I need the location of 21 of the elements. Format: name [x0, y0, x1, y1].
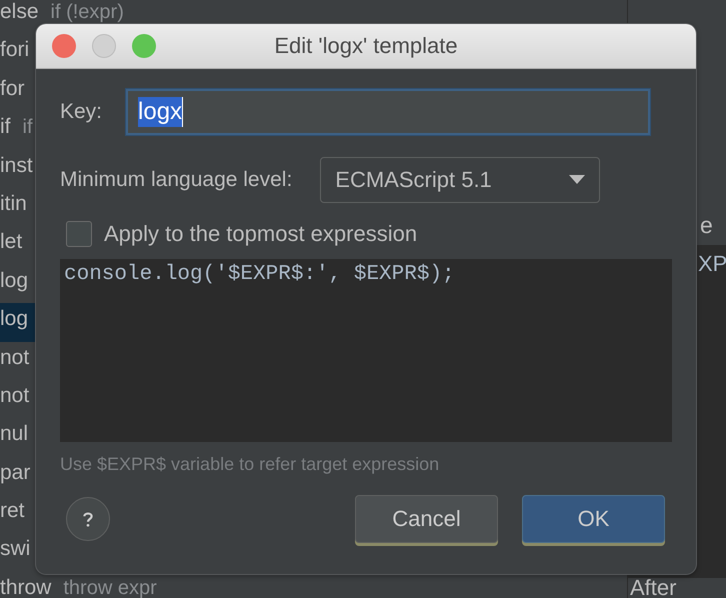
dropdown-arrow-icon	[569, 175, 586, 185]
minimize-button[interactable]	[92, 34, 116, 58]
checkbox[interactable]	[66, 221, 92, 247]
field-label: Minimum language level:	[60, 168, 292, 192]
close-button[interactable]	[52, 34, 76, 58]
template-editor[interactable]: console.log('$EXPR$:', $EXPR$);	[60, 259, 672, 442]
zoom-button[interactable]	[132, 34, 156, 58]
section-label: After	[630, 578, 676, 598]
cancel-button[interactable]: Cancel	[355, 495, 498, 543]
checkbox-label: Apply to the topmost expression	[104, 221, 418, 247]
code-text: console.log('$EXPR$:', $EXPR$);	[64, 263, 455, 286]
help-button[interactable]	[66, 497, 110, 541]
window-title: Edit 'logx' template	[274, 33, 458, 59]
language-dropdown[interactable]: ECMAScript 5.1	[320, 157, 600, 203]
key-field[interactable]: logx	[126, 89, 650, 135]
section-label: e	[700, 212, 713, 238]
field-label: Key:	[60, 100, 102, 124]
ok-button[interactable]: OK	[522, 495, 665, 543]
code-text: XP	[698, 251, 726, 277]
template-item[interactable]: throw throw expr	[0, 572, 627, 598]
hint-text: Use $EXPR$ variable to refer target expression	[60, 454, 440, 475]
